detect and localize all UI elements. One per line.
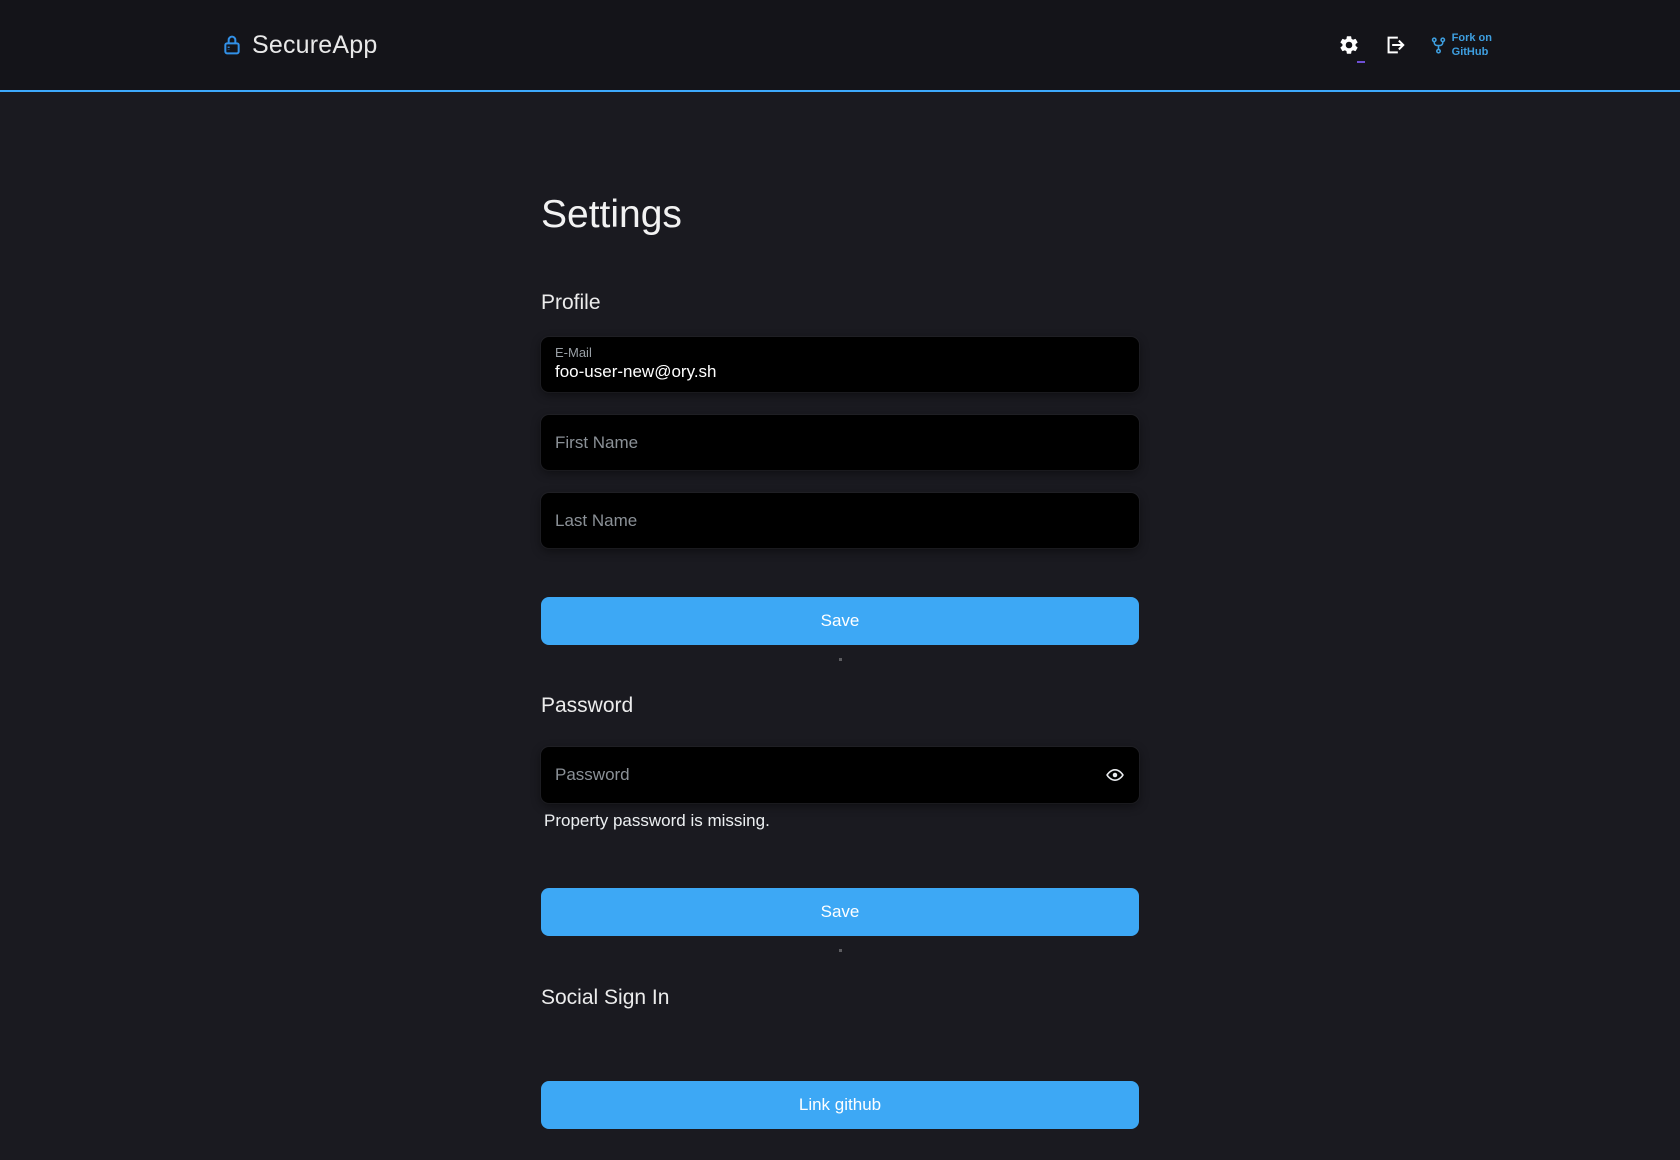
email-input[interactable]	[555, 362, 1125, 382]
last-name-input[interactable]	[555, 511, 1125, 531]
lock-icon	[222, 33, 242, 57]
profile-save-button[interactable]: Save	[541, 597, 1139, 645]
profile-message-dot	[839, 658, 842, 661]
gear-icon	[1338, 34, 1360, 56]
email-field-label: E-Mail	[555, 345, 1125, 360]
password-field-container	[541, 747, 1139, 803]
eye-icon	[1105, 765, 1125, 785]
password-heading: Password	[541, 693, 1139, 718]
last-name-field-container	[541, 493, 1139, 548]
password-input[interactable]	[555, 765, 1095, 785]
profile-message-row	[541, 645, 1139, 673]
password-section: Password Property password is missing. S…	[541, 693, 1139, 964]
header-actions: Fork on GitHub	[1338, 31, 1492, 60]
app-header: SecureApp	[0, 0, 1680, 92]
password-message-dot	[839, 949, 842, 952]
password-error-message: Property password is missing.	[541, 811, 1139, 831]
profile-section: Profile E-Mail Save	[541, 290, 1139, 673]
password-message-row	[541, 936, 1139, 964]
first-name-field-container	[541, 415, 1139, 470]
page-title: Settings	[541, 192, 1139, 238]
first-name-input[interactable]	[555, 433, 1125, 453]
settings-button[interactable]	[1338, 34, 1360, 56]
fork-on-github-link[interactable]: Fork on GitHub	[1430, 31, 1492, 60]
social-sign-in-heading: Social Sign In	[541, 985, 1139, 1010]
logout-button[interactable]	[1384, 34, 1406, 56]
social-sign-in-section: Social Sign In Link github	[541, 985, 1139, 1129]
git-fork-icon	[1430, 36, 1447, 55]
app-title: SecureApp	[252, 31, 378, 60]
email-field-container: E-Mail	[541, 337, 1139, 392]
fork-link-label: Fork on GitHub	[1452, 31, 1492, 60]
password-save-button[interactable]: Save	[541, 888, 1139, 936]
brand: SecureApp	[222, 31, 378, 60]
link-github-button[interactable]: Link github	[541, 1081, 1139, 1129]
profile-heading: Profile	[541, 290, 1139, 315]
settings-page: Settings Profile E-Mail Save Password	[541, 92, 1139, 1129]
toggle-password-visibility-button[interactable]	[1105, 765, 1125, 785]
logout-icon	[1384, 34, 1406, 56]
gear-underscore-mark	[1357, 61, 1365, 63]
